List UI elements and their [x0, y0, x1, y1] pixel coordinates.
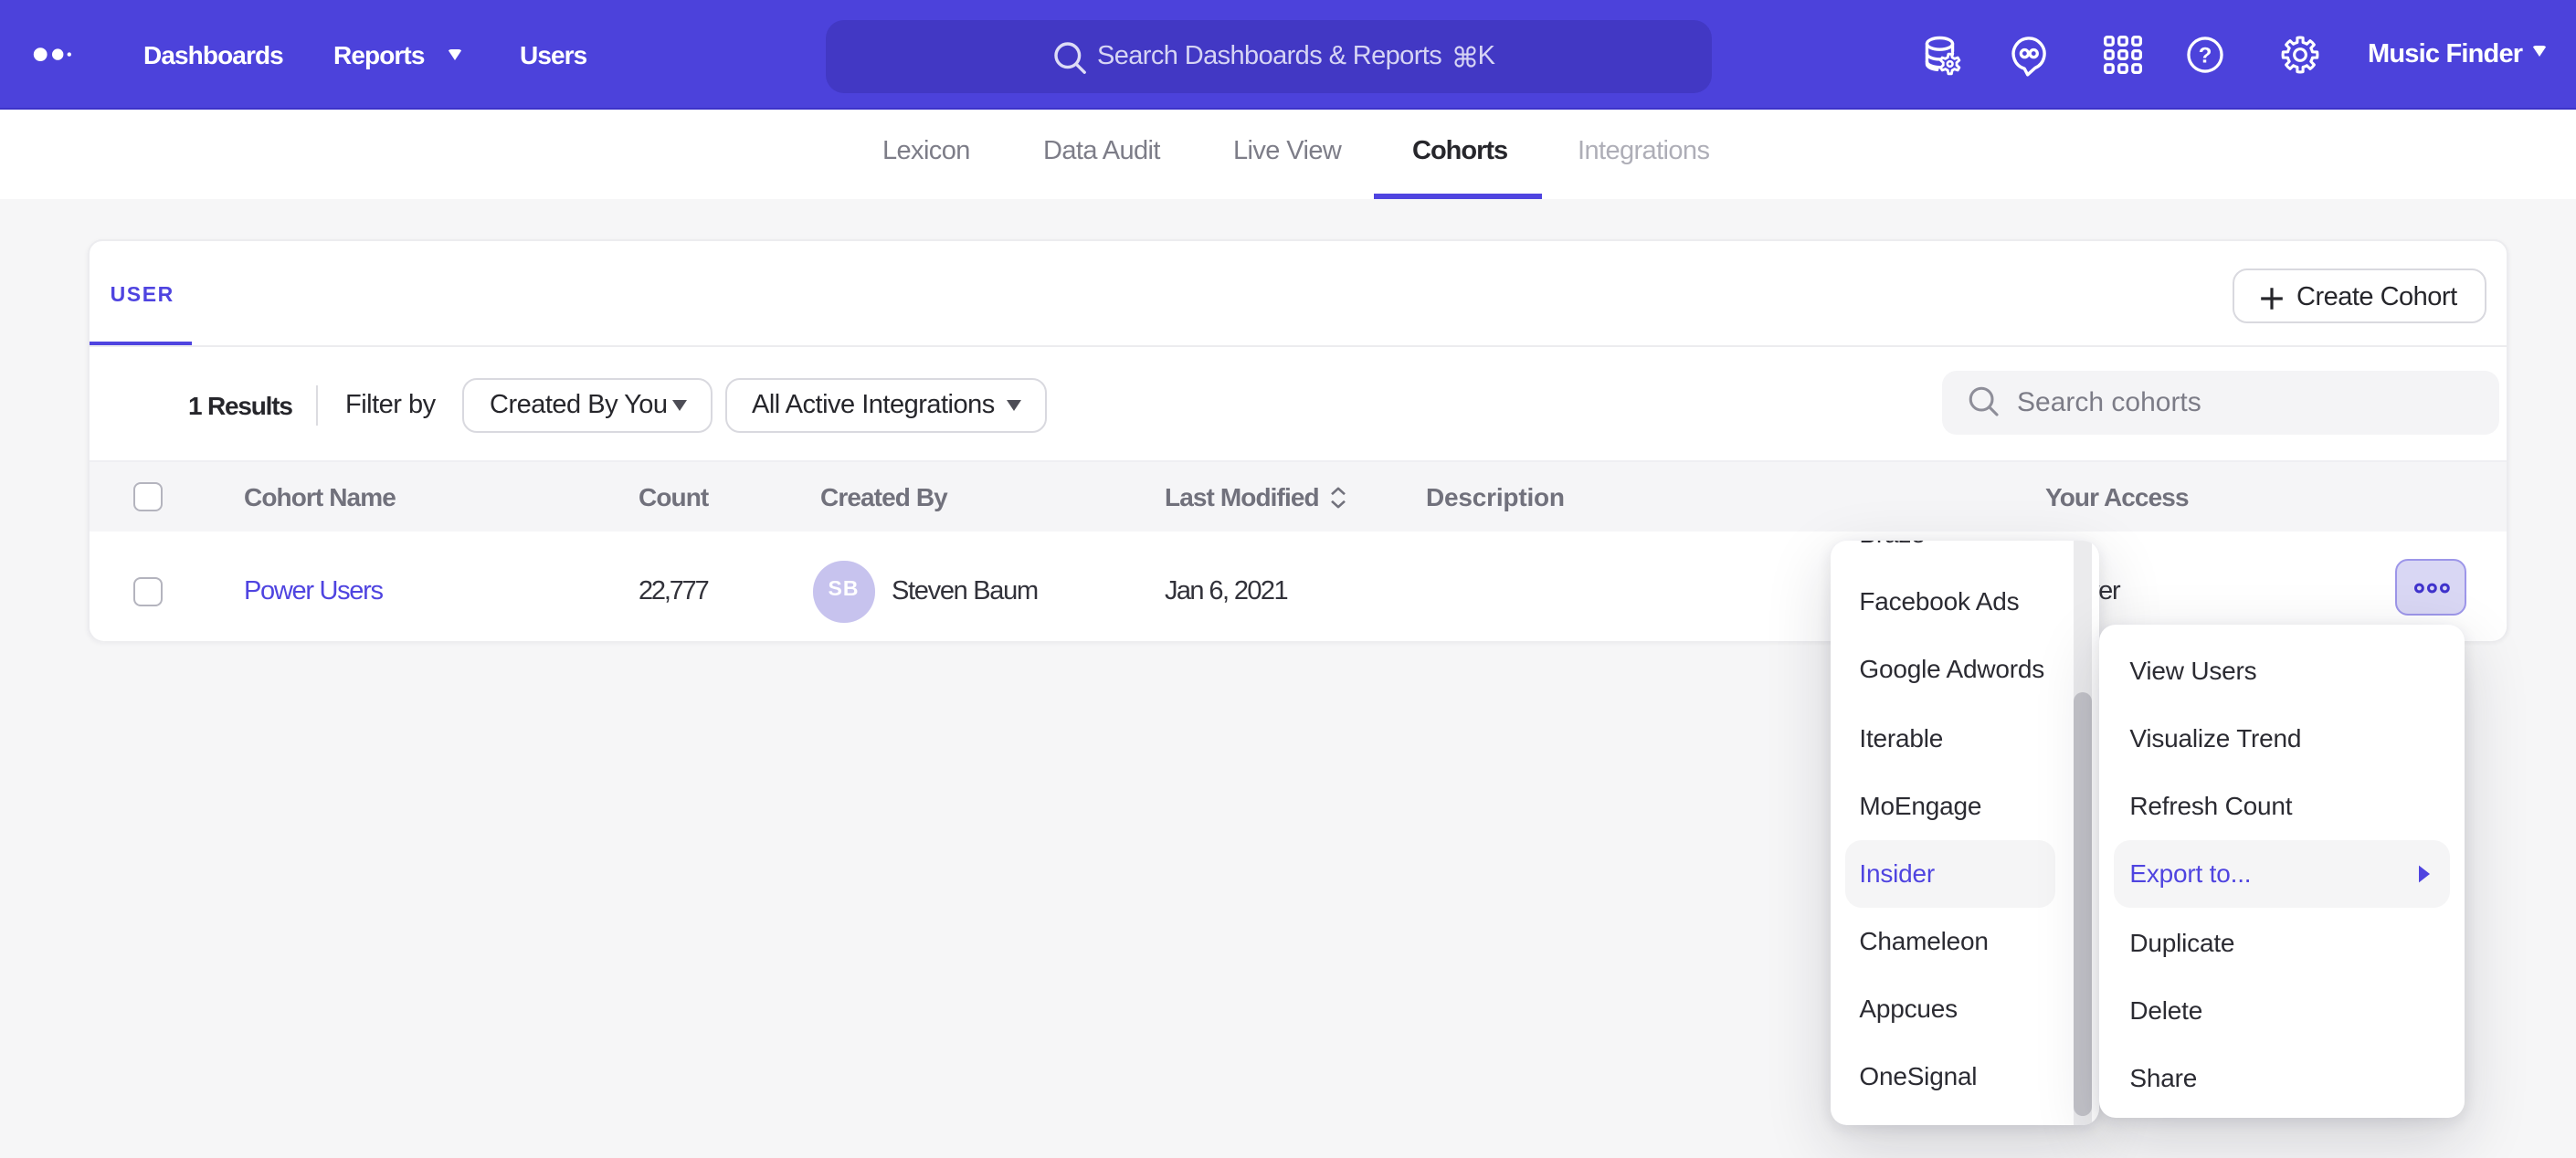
svg-text:?: ?	[2199, 43, 2212, 68]
